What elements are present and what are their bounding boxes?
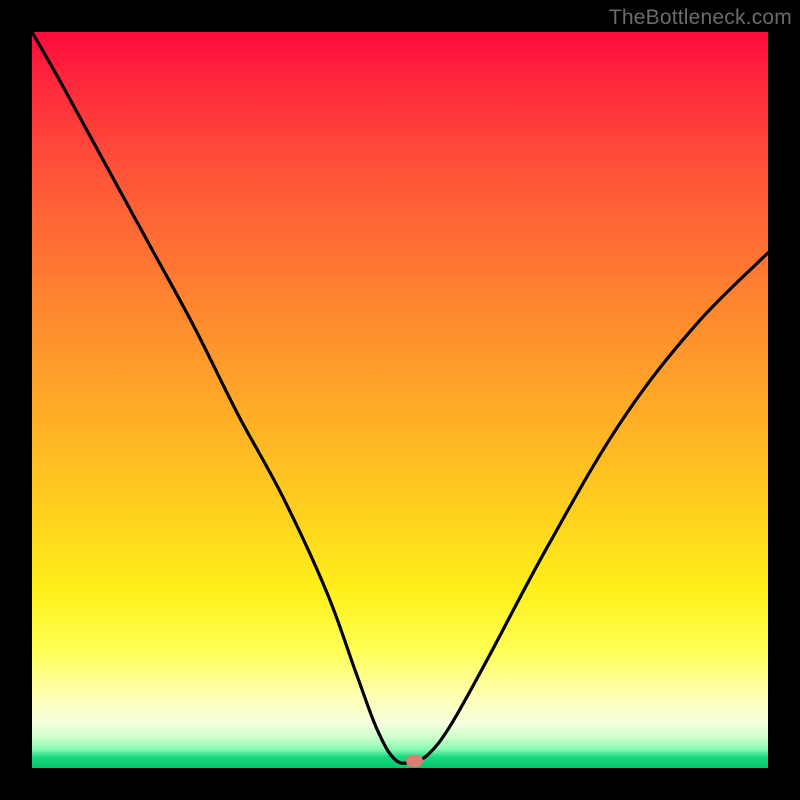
chart-frame: TheBottleneck.com — [0, 0, 800, 800]
watermark-text: TheBottleneck.com — [609, 6, 792, 30]
optimal-point-marker — [406, 755, 423, 767]
bottleneck-curve — [32, 32, 768, 768]
plot-area — [32, 32, 768, 768]
